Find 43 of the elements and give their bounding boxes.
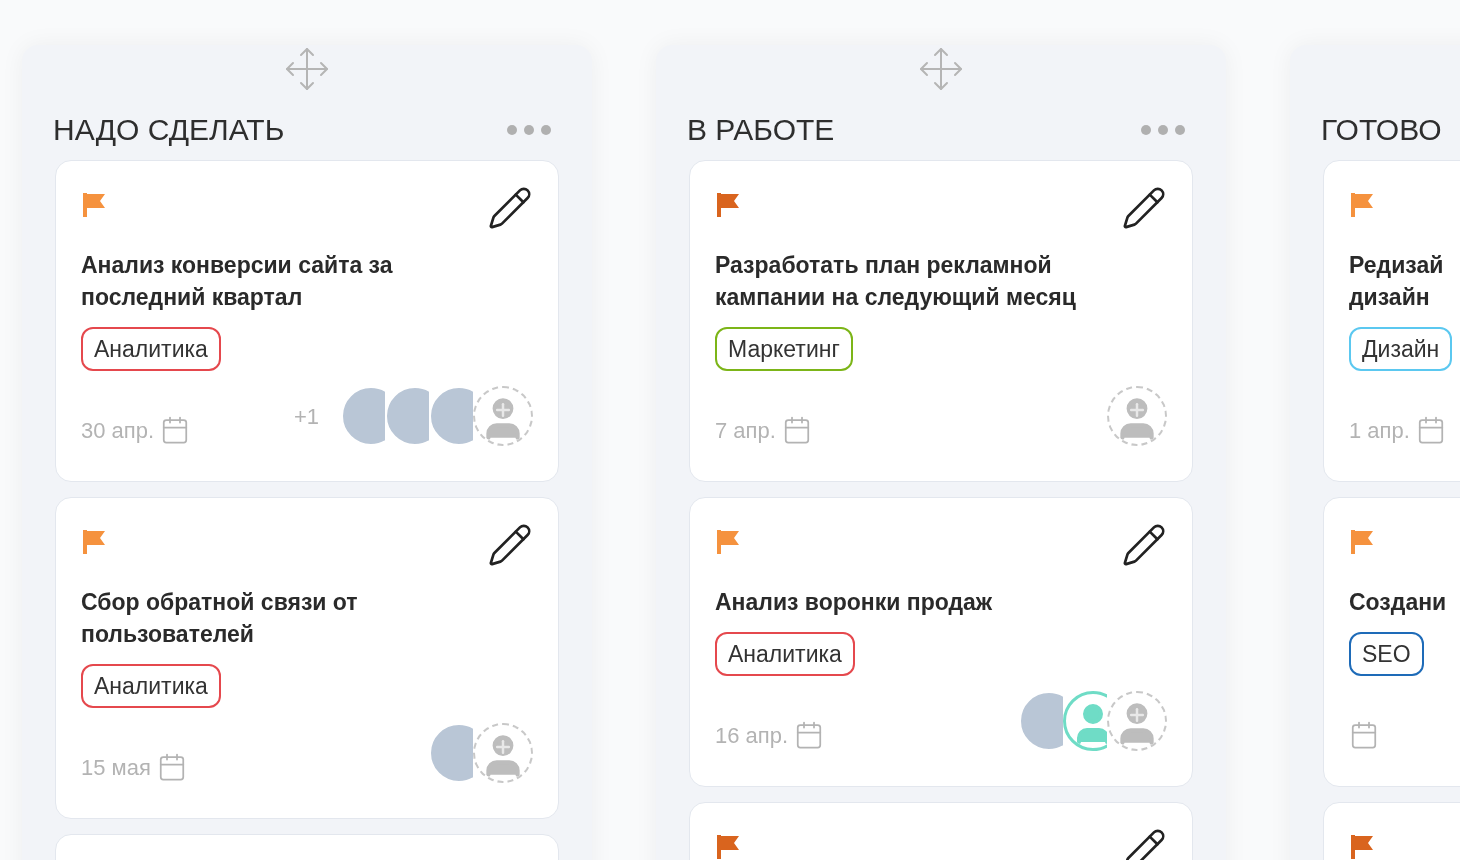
more-options-icon[interactable] <box>1140 123 1186 136</box>
task-card[interactable]: Анализ конверсии сайта за последний квартал Аналитика 30 апр. +1 <box>55 160 559 482</box>
due-date: 7 апр. <box>715 416 776 445</box>
category-tag: Дизайн <box>1349 327 1453 371</box>
due-date: 1 апр. <box>1349 416 1410 445</box>
drag-handle-icon[interactable] <box>917 45 965 93</box>
task-card[interactable]: Создани SEO <box>1323 497 1460 787</box>
plus-icon <box>1127 705 1147 725</box>
edit-pencil-icon[interactable] <box>487 185 533 231</box>
due-date: 15 мая <box>81 753 151 782</box>
task-card[interactable]: Редизай дизайн Дизайн 1 апр. <box>1323 160 1460 482</box>
avatar-photo-placeholder[interactable] <box>429 386 473 446</box>
drag-handle-icon[interactable] <box>283 45 331 93</box>
column-title: ГОТОВО <box>1321 112 1442 148</box>
task-title: Сбор обратной связи от пользователей <box>81 588 359 649</box>
plus-icon <box>493 400 513 420</box>
column-title: В РАБОТЕ <box>687 112 835 148</box>
edit-pencil-icon[interactable] <box>1121 185 1167 231</box>
avatar-silhouette-icon[interactable] <box>1063 691 1107 751</box>
due-date: 16 апр. <box>715 721 789 750</box>
plus-icon <box>493 737 513 757</box>
task-card[interactable]: Сбор обратной связи от пользователей Аналитика 15 мая <box>55 497 559 819</box>
task-title: Анализ воронки продаж <box>715 588 994 617</box>
task-title: Разработать план рекламной кампании на следующий месяц <box>715 251 1077 312</box>
category-tag: Аналитика <box>81 664 221 708</box>
task-title: Анализ конверсии сайта за последний квартал <box>81 251 394 312</box>
category-tag: Аналитика <box>715 632 855 676</box>
category-tag: Аналитика <box>81 327 221 371</box>
task-title: Редизай дизайн <box>1349 251 1445 312</box>
plus-icon <box>1127 400 1147 420</box>
more-options-icon[interactable] <box>506 123 552 136</box>
column-title: НАДО СДЕЛАТЬ <box>53 112 285 148</box>
task-card[interactable]: Анализ воронки продаж Аналитика 16 апр. <box>689 497 1193 787</box>
category-tag: SEO <box>1349 632 1424 676</box>
calendar-icon[interactable] <box>1349 720 1379 750</box>
due-date: 30 апр. <box>81 416 155 445</box>
extra-assignee-count: +1 <box>293 402 319 431</box>
task-card[interactable]: Разработать план рекламной кампании на следующий месяц Маркетинг 7 апр. <box>689 160 1193 482</box>
category-tag: Маркетинг <box>715 327 853 371</box>
task-title: Создани <box>1349 588 1448 617</box>
avatar-photo-placeholder[interactable] <box>385 386 429 446</box>
edit-pencil-icon[interactable] <box>1121 522 1167 568</box>
edit-pencil-icon[interactable] <box>487 522 533 568</box>
